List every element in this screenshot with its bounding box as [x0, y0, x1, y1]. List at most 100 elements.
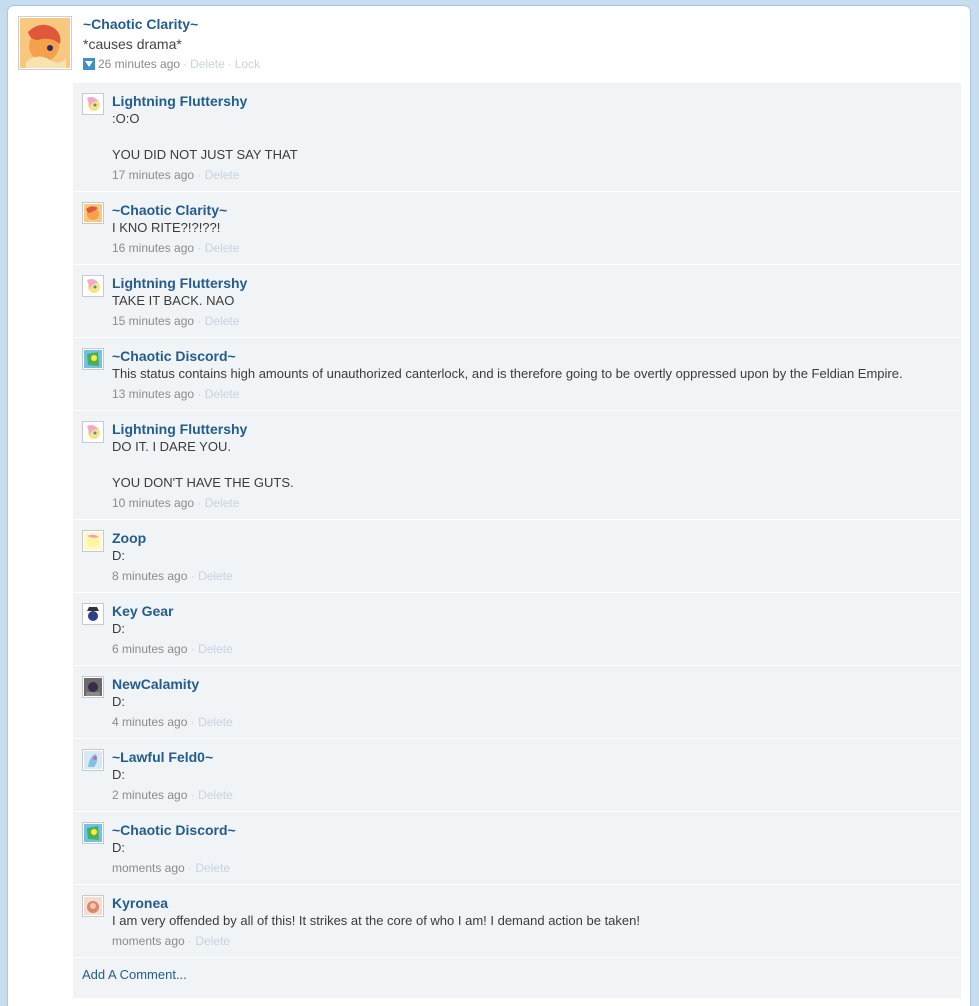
separator: · [183, 57, 188, 71]
comment-text: D: [112, 621, 125, 636]
comment-avatar[interactable] [82, 530, 104, 552]
comment: ~Chaotic Discord~ D: moments ago · Delet… [73, 812, 961, 885]
status-meta: 26 minutes ago · Delete · Lock [83, 56, 260, 72]
comment-timestamp[interactable]: 10 minutes ago [112, 496, 194, 510]
comment-list: Lightning Fluttershy :O:O YOU DID NOT JU… [73, 83, 961, 998]
avatar-icon [84, 532, 102, 550]
separator: · [190, 642, 199, 656]
comment-timestamp[interactable]: moments ago [112, 861, 185, 875]
comment-author-link[interactable]: ~Chaotic Discord~ [112, 347, 961, 365]
delete-link[interactable]: Delete [195, 934, 230, 948]
comment-timestamp[interactable]: 4 minutes ago [112, 715, 187, 729]
comment-avatar[interactable] [82, 275, 104, 297]
separator: · [190, 569, 199, 583]
comment-text: DO IT. I DARE YOU. YOU DON'T HAVE THE GU… [112, 439, 294, 490]
comment-text: I am very offended by all of this! It st… [112, 913, 640, 928]
comment-timestamp[interactable]: 8 minutes ago [112, 569, 187, 583]
like-icon[interactable] [83, 58, 95, 70]
comment-text: TAKE IT BACK. NAO [112, 293, 235, 308]
avatar-icon [84, 751, 102, 769]
comment-author-link[interactable]: ~Chaotic Discord~ [112, 821, 961, 839]
status-post: ~Chaotic Clarity~ *causes drama* 26 minu… [18, 16, 962, 84]
avatar-icon [84, 350, 102, 368]
comment-timestamp[interactable]: 13 minutes ago [112, 387, 194, 401]
comment-text: I KNO RITE?!?!??! [112, 220, 221, 235]
delete-link[interactable]: Delete [205, 496, 240, 510]
delete-link[interactable]: Delete [198, 788, 233, 802]
comment-timestamp[interactable]: 16 minutes ago [112, 241, 194, 255]
comment-author-link[interactable]: Kyronea [112, 894, 961, 912]
comment-author-link[interactable]: Zoop [112, 529, 961, 547]
delete-link[interactable]: Delete [198, 642, 233, 656]
delete-link[interactable]: Delete [195, 861, 230, 875]
comment-author-link[interactable]: Lightning Fluttershy [112, 92, 961, 110]
separator: · [197, 314, 205, 328]
avatar[interactable] [18, 16, 72, 70]
separator: · [197, 496, 205, 510]
separator: · [227, 57, 232, 71]
lock-link[interactable]: Lock [235, 56, 260, 72]
comment-meta: 17 minutes ago · Delete [112, 167, 961, 183]
comment-avatar[interactable] [82, 749, 104, 771]
avatar-icon [84, 95, 102, 113]
comment: Kyronea I am very offended by all of thi… [73, 885, 961, 958]
comment-timestamp[interactable]: 6 minutes ago [112, 642, 187, 656]
comment: NewCalamity D: 4 minutes ago · Delete [73, 666, 961, 739]
delete-link[interactable]: Delete [198, 569, 233, 583]
separator: · [190, 715, 199, 729]
avatar-icon [84, 678, 102, 696]
comment-timestamp[interactable]: 17 minutes ago [112, 168, 194, 182]
comment-timestamp[interactable]: moments ago [112, 934, 185, 948]
separator: · [197, 168, 205, 182]
comment-avatar[interactable] [82, 93, 104, 115]
delete-link[interactable]: Delete [205, 241, 240, 255]
delete-link[interactable]: Delete [198, 715, 233, 729]
comment-author-link[interactable]: Key Gear [112, 602, 961, 620]
comment-avatar[interactable] [82, 348, 104, 370]
avatar-icon [84, 423, 102, 441]
comment: Lightning Fluttershy TAKE IT BACK. NAO 1… [73, 265, 961, 338]
comment-meta: 15 minutes ago · Delete [112, 313, 961, 329]
comment: Lightning Fluttershy :O:O YOU DID NOT JU… [73, 83, 961, 192]
delete-link[interactable]: Delete [190, 56, 225, 72]
comment-meta: 6 minutes ago · Delete [112, 641, 961, 657]
comment-text: D: [112, 840, 125, 855]
avatar-icon [84, 824, 102, 842]
comment-text: D: [112, 694, 125, 709]
comment-meta: 10 minutes ago · Delete [112, 495, 961, 511]
avatar-icon [84, 277, 102, 295]
delete-link[interactable]: Delete [205, 387, 240, 401]
delete-link[interactable]: Delete [205, 168, 240, 182]
comment-avatar[interactable] [82, 822, 104, 844]
comment: Key Gear D: 6 minutes ago · Delete [73, 593, 961, 666]
separator: · [197, 241, 205, 255]
comment-avatar[interactable] [82, 676, 104, 698]
comment: Zoop D: 8 minutes ago · Delete [73, 520, 961, 593]
comment-timestamp[interactable]: 2 minutes ago [112, 788, 187, 802]
status-panel: ~Chaotic Clarity~ *causes drama* 26 minu… [8, 6, 970, 1006]
status-text: *causes drama* [83, 36, 182, 52]
delete-link[interactable]: Delete [205, 314, 240, 328]
status-timestamp[interactable]: 26 minutes ago [98, 56, 180, 72]
comment-avatar[interactable] [82, 202, 104, 224]
add-comment-link[interactable]: Add A Comment... [73, 958, 961, 998]
comment-text: :O:O YOU DID NOT JUST SAY THAT [112, 111, 298, 162]
comment-avatar[interactable] [82, 421, 104, 443]
comment-text: D: [112, 767, 125, 782]
comment-author-link[interactable]: ~Lawful Feld0~ [112, 748, 961, 766]
comment-timestamp[interactable]: 15 minutes ago [112, 314, 194, 328]
comment-meta: moments ago · Delete [112, 933, 961, 949]
comment-meta: 4 minutes ago · Delete [112, 714, 961, 730]
comment-author-link[interactable]: Lightning Fluttershy [112, 420, 961, 438]
comment: ~Chaotic Discord~ This status contains h… [73, 338, 961, 411]
comment-author-link[interactable]: ~Chaotic Clarity~ [112, 201, 961, 219]
comment: ~Lawful Feld0~ D: 2 minutes ago · Delete [73, 739, 961, 812]
comment-avatar[interactable] [82, 895, 104, 917]
comment-avatar[interactable] [82, 603, 104, 625]
avatar-icon [84, 605, 102, 623]
comment-author-link[interactable]: NewCalamity [112, 675, 961, 693]
comment-author-link[interactable]: Lightning Fluttershy [112, 274, 961, 292]
avatar-icon [84, 897, 102, 915]
avatar-icon [84, 204, 102, 222]
status-author-link[interactable]: ~Chaotic Clarity~ [83, 16, 260, 33]
